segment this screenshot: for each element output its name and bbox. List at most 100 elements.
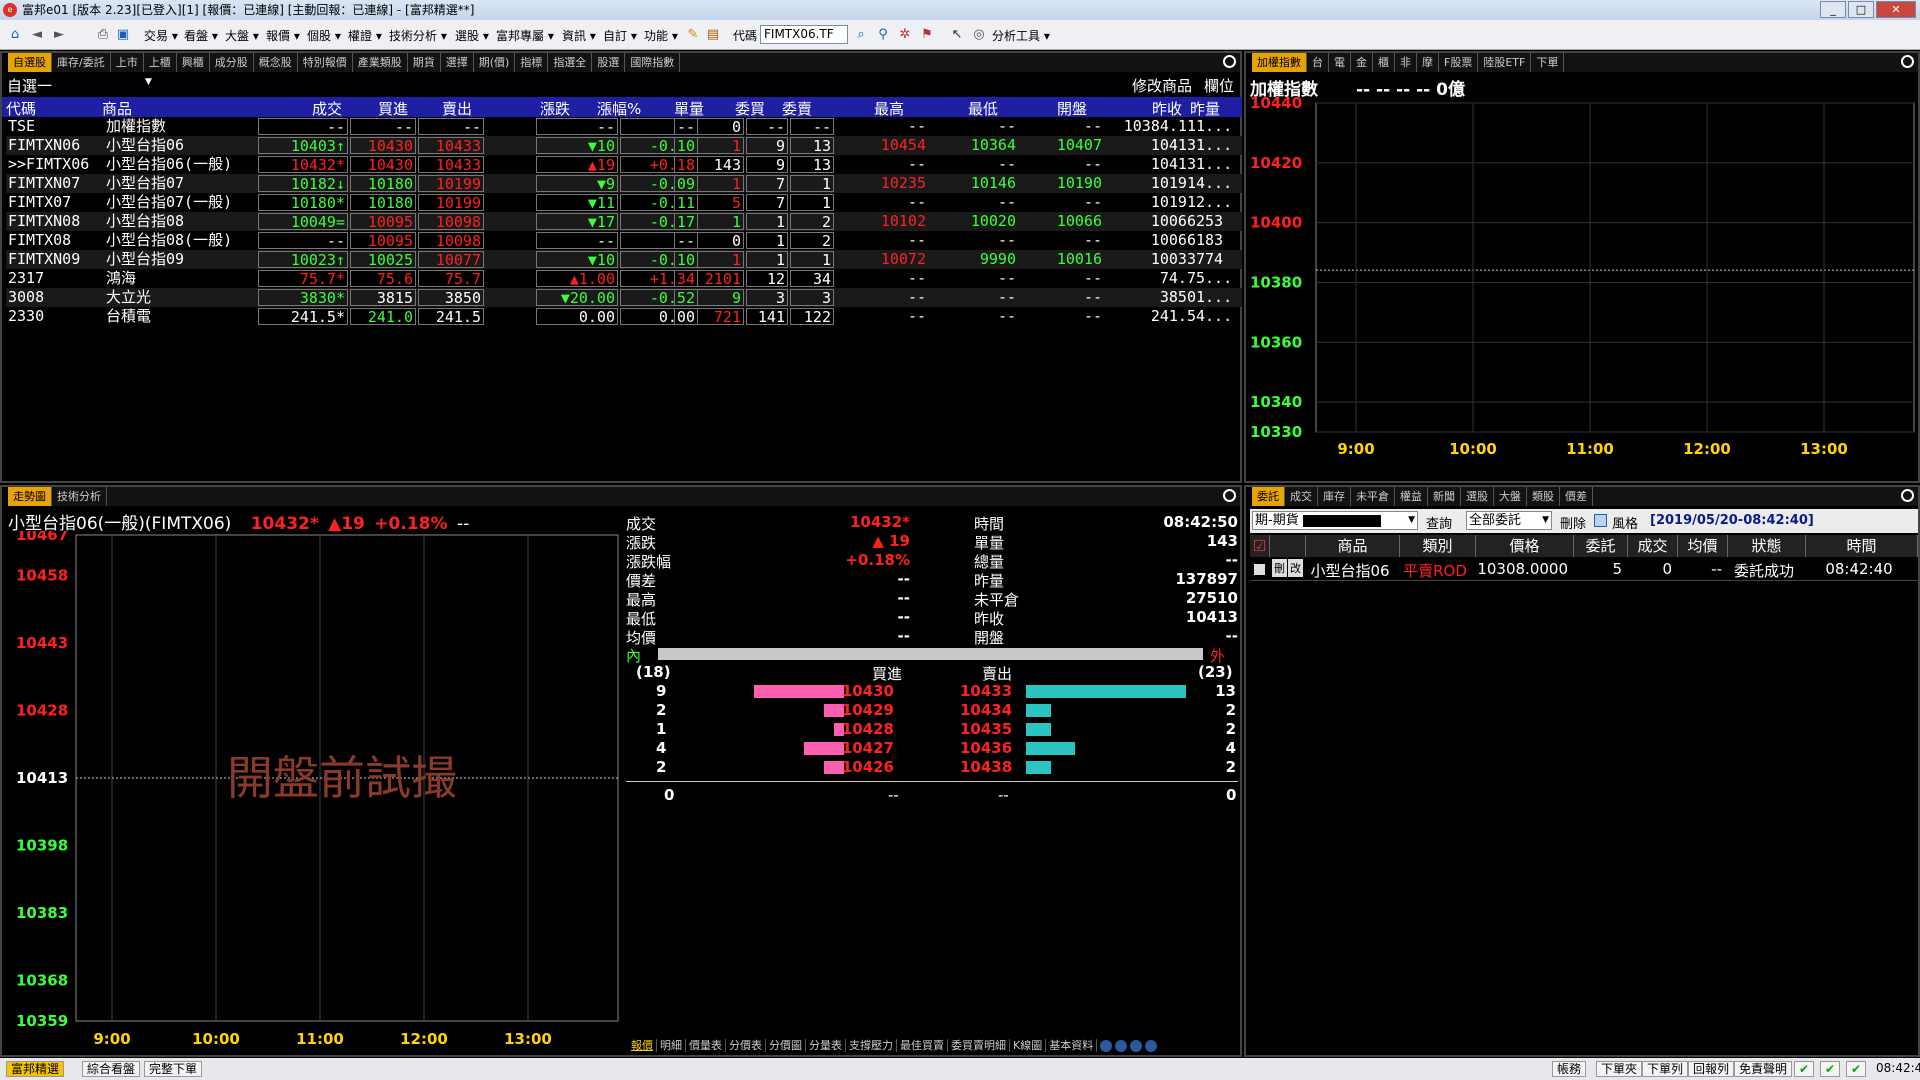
detail-tab[interactable]: 支撐壓力 [846,1039,897,1052]
quote-row[interactable]: TSE 加權指數 -- -- -- -- -- 0 -- -- -- -- -- 10384.11 1... [6,117,1242,136]
book-bid-price[interactable]: 10426 [842,758,894,776]
detail-tab[interactable]: 委買賣明細 [948,1039,1010,1052]
tab-concept[interactable]: 概念股 [254,53,298,72]
book-bid-price[interactable]: 10427 [842,739,894,757]
menu-tech-analysis[interactable]: 技術分析 ▾ [389,27,447,44]
tab-options[interactable]: 選擇 [441,53,474,72]
quote-row[interactable]: 2330 台積電 241.5* 241.0 241.5 0.00 0.00 721 141 122… [6,307,1242,326]
lookup-icon[interactable]: ⌕ [852,26,870,43]
print-icon[interactable]: ⎙ [94,26,112,43]
order-col-3[interactable]: 委託 [1574,535,1628,557]
book-ask-price[interactable]: 10435 [960,720,1012,738]
quote-row[interactable]: FIMTXN09 小型台指09 10023↑ 10025 10077 ▼10 -0.10 1 1… [6,250,1242,269]
tab-emerging[interactable]: 興櫃 [177,53,210,72]
order-col-4[interactable]: 成交 [1628,535,1678,557]
scroll-next-icon[interactable] [1130,1040,1143,1052]
tab-otc[interactable]: 上櫃 [144,53,177,72]
col-change[interactable]: 漲跌 [540,98,570,119]
status-disclaimer[interactable]: 免責聲明 [1734,1061,1793,1077]
analysis-tools-menu[interactable]: 分析工具 ▾ [992,27,1050,44]
menu-quote[interactable]: 報價 ▾ [266,27,300,44]
tab-msci[interactable]: 摩 [1417,53,1439,72]
tab-indicators[interactable]: 指標 [515,53,549,72]
tab-taiex[interactable]: 加權指數 [1252,53,1307,72]
search-icon[interactable]: ⚲ [874,26,892,43]
status-order-bar[interactable]: 下單列 [1642,1061,1689,1077]
tab-elec[interactable]: 電 [1329,53,1351,72]
col-volume[interactable]: 單量 [674,98,704,119]
menu-custom[interactable]: 自訂 ▾ [603,27,637,44]
tab-open-positions[interactable]: 未平倉 [1351,487,1395,506]
pencil-icon[interactable]: ✎ [684,26,702,43]
col-last[interactable]: 成交 [312,98,342,119]
query-button[interactable]: 查詢 [1426,513,1452,532]
col-bid[interactable]: 買進 [378,98,408,119]
detail-tab[interactable]: 分量表 [806,1039,846,1052]
order-col-0[interactable]: 商品 [1306,535,1400,557]
detail-tab[interactable]: 報價 [628,1039,657,1052]
style-button[interactable]: 風格 [1612,513,1638,532]
order-col-2[interactable]: 價格 [1476,535,1574,557]
quote-row[interactable]: FIMTXN07 小型台指07 10182↓ 10180 10199 ▼9 -0.09 1 7 1… [6,174,1242,193]
col-high[interactable]: 最高 [874,98,904,119]
zoom-icon[interactable] [1901,489,1914,502]
order-col-7[interactable]: 時間 [1806,535,1918,557]
tab-nonfin[interactable]: 非 [1395,53,1417,72]
order-col-6[interactable]: 狀態 [1728,535,1806,557]
tab-china-etf[interactable]: 陸股ETF [1478,53,1532,72]
modify-product-button[interactable]: 修改商品 [1132,75,1192,96]
tab-watchlist[interactable]: 自選股 [8,53,52,72]
quote-row[interactable]: >>FIMTX06 小型台指06(一般) 10432* 10430 10433 ▲19 +0… [6,155,1242,174]
tab-components[interactable]: 成分股 [210,53,254,72]
analysis-icon[interactable]: ◎ [970,26,988,43]
code-input[interactable]: FIMTX06.TF [760,25,848,44]
tab-otc-idx[interactable]: 櫃 [1373,53,1395,72]
alert-icon[interactable]: ⚑ [918,26,936,43]
book-ask-price[interactable]: 10433 [960,682,1012,700]
tab-place-order[interactable]: 下單 [1531,53,1565,72]
pointer-icon[interactable]: ↖ [948,26,966,43]
quote-row[interactable]: 2317 鴻海 75.7* 75.6 75.7 ▲1.00 +1.34 2101 12 34 -- -… [6,269,1242,288]
scroll-prev-icon[interactable] [1115,1040,1128,1052]
detail-tab[interactable]: 價量表 [686,1039,726,1052]
menu-market[interactable]: 大盤 ▾ [225,27,259,44]
status-tab-full-order[interactable]: 完整下單 [144,1061,203,1077]
zoom-icon[interactable] [1223,55,1236,68]
watchlist-selector[interactable]: 自選一 [7,75,52,96]
tab-market[interactable]: 大盤 [1494,487,1527,506]
status-order-folder[interactable]: 下單夾 [1596,1061,1643,1077]
menu-function[interactable]: 功能 ▾ [644,27,678,44]
col-prev-volume[interactable]: 昨量 [1190,98,1220,119]
detail-tab[interactable]: K線圖 [1010,1039,1047,1052]
tab-screener[interactable]: 選股 [1461,487,1494,506]
col-name[interactable]: 商品 [102,98,132,119]
quote-row[interactable]: FIMTXN06 小型台指06 10403↑ 10430 10433 ▼10 -0.10 1 9… [6,136,1242,155]
menu-trade[interactable]: 交易 ▾ [144,27,178,44]
tab-f-stock[interactable]: F股票 [1439,53,1479,72]
order-filter-select[interactable]: 全部委託 ▼ [1466,511,1552,530]
maximize-button[interactable]: □ [1848,1,1874,18]
zoom-icon[interactable] [1223,489,1236,502]
tab-fills[interactable]: 成交 [1285,487,1318,506]
home-icon[interactable]: ⌂ [6,26,24,43]
col-ask[interactable]: 賣出 [442,98,472,119]
tab-sectors[interactable]: 類股 [1527,487,1560,506]
tab-equity[interactable]: 權益 [1395,487,1428,506]
status-report-bar[interactable]: 回報列 [1688,1061,1735,1077]
zoom-icon[interactable] [1901,55,1914,68]
delete-button[interactable]: 刪除 [1560,513,1586,532]
book-bid-price[interactable]: 10428 [842,720,894,738]
col-pct[interactable]: 漲幅% [597,98,641,119]
chevron-down-icon[interactable]: ▼ [145,77,152,87]
detail-tab[interactable]: 最佳買賣 [897,1039,948,1052]
tab-special[interactable]: 特別報價 [298,53,353,72]
col-bid-qty[interactable]: 委買 [735,98,765,119]
quote-row[interactable]: 3008 大立光 3830* 3815 3850 ▼20.00 -0.52 9 3 3 -- -- --… [6,288,1242,307]
tab-holdings[interactable]: 庫存 [1318,487,1351,506]
menu-watch[interactable]: 看盤 ▾ [184,27,218,44]
tab-tw[interactable]: 台 [1307,53,1329,72]
col-low[interactable]: 最低 [968,98,998,119]
tab-spread[interactable]: 價差 [1560,487,1593,506]
field-button[interactable]: 欄位 [1204,75,1234,96]
order-icon[interactable]: ▤ [704,26,722,43]
